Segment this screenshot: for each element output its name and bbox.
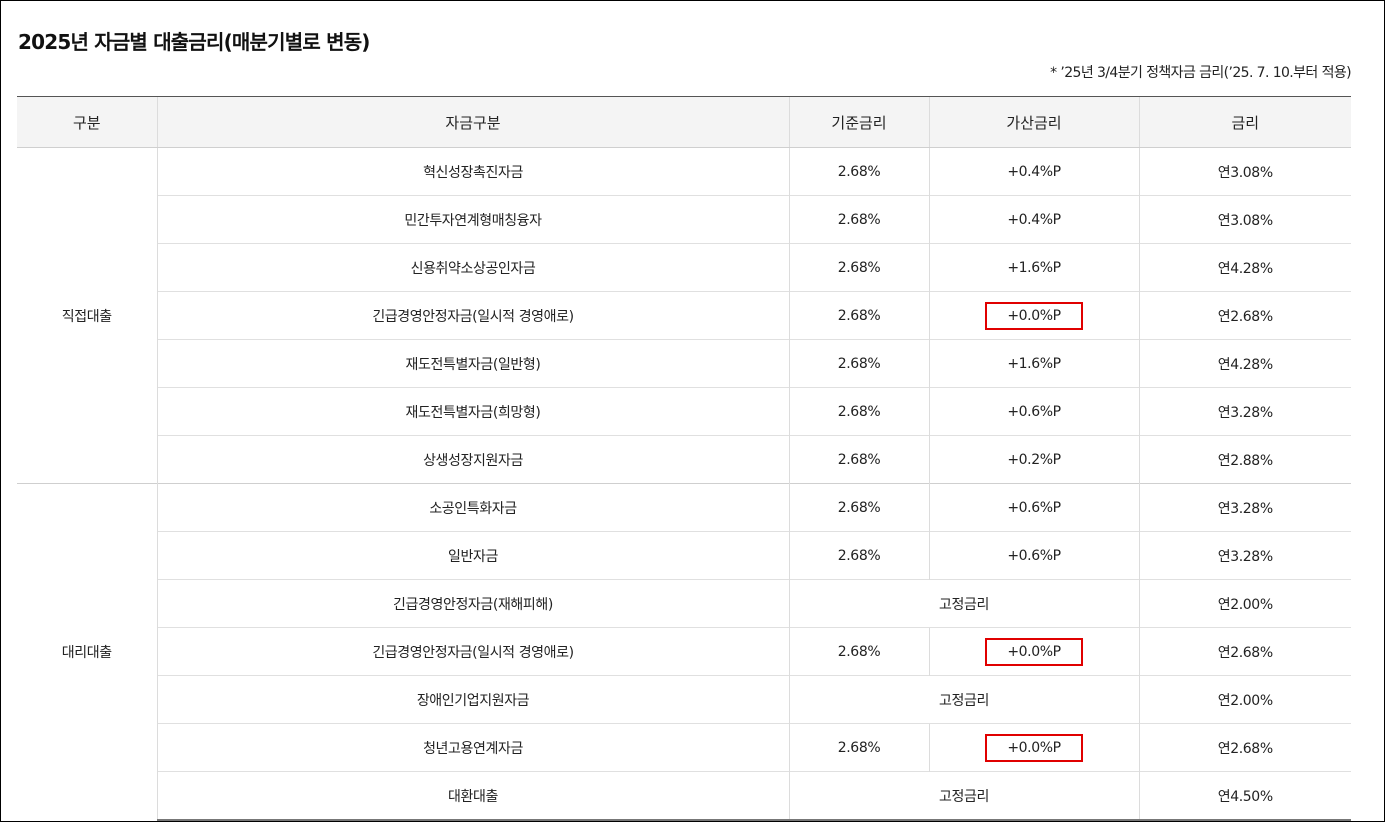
table-row: 긴급경영안정자금(일시적 경영애로) 2.68% +0.0%P 연2.68% — [17, 291, 1351, 340]
final-rate: 연4.28% — [1138, 339, 1351, 388]
table-row: 일반자금 2.68% +0.6%P 연3.28% — [17, 531, 1351, 580]
base-rate: 2.68% — [788, 723, 929, 772]
base-rate: 2.68% — [788, 627, 929, 676]
add-rate: +1.6%P — [928, 339, 1139, 388]
final-rate: 연3.28% — [1138, 531, 1351, 580]
fund-name: 대환대출 — [156, 771, 789, 821]
fixed-rate: 고정금리 — [788, 771, 1139, 821]
add-rate: +0.2%P — [928, 435, 1139, 484]
final-rate: 연4.28% — [1138, 243, 1351, 292]
table-row: 대리대출 소공인특화자금 2.68% +0.6%P 연3.28% — [17, 483, 1351, 820]
final-rate: 연2.68% — [1138, 723, 1351, 772]
final-rate: 연3.28% — [1138, 483, 1351, 532]
add-rate: +0.6%P — [928, 483, 1139, 532]
final-rate: 연2.00% — [1138, 579, 1351, 628]
base-rate: 2.68% — [788, 195, 929, 244]
add-rate: +0.6%P — [928, 387, 1139, 436]
add-rate: +0.4%P — [928, 147, 1139, 196]
page-title: 2025년 자금별 대출금리(매분기별로 변동) — [18, 30, 370, 54]
table-row: 긴급경영안정자금(재해피해) 고정금리 연2.00% — [17, 579, 1351, 628]
table-row: 직접대출 혁신성장촉진자금 2.68% +0.4%P 연3.08% — [17, 147, 1351, 484]
group-direct-loan: 직접대출 — [17, 147, 157, 484]
group-agency-loan: 대리대출 — [17, 483, 157, 820]
base-rate: 2.68% — [788, 291, 929, 340]
final-rate: 연2.68% — [1138, 291, 1351, 340]
final-rate: 연3.08% — [1138, 195, 1351, 244]
rate-note: * ’25년 3/4분기 정책자금 금리(’25. 7. 10.부터 적용) — [1050, 65, 1351, 81]
base-rate: 2.68% — [788, 147, 929, 196]
fixed-rate: 고정금리 — [788, 675, 1139, 724]
base-rate: 2.68% — [788, 387, 929, 436]
table-row: 재도전특별자금(희망형) 2.68% +0.6%P 연3.28% — [17, 387, 1351, 436]
fixed-rate: 고정금리 — [788, 579, 1139, 628]
base-rate: 2.68% — [788, 339, 929, 388]
add-rate: +0.0%P — [928, 723, 1139, 772]
add-rate: +1.6%P — [928, 243, 1139, 292]
highlight-box: +0.0%P — [985, 301, 1083, 330]
fund-name: 재도전특별자금(희망형) — [156, 387, 789, 436]
base-rate: 2.68% — [788, 483, 929, 532]
highlight-box: +0.0%P — [985, 733, 1083, 762]
fund-name: 장애인기업지원자금 — [156, 675, 789, 724]
base-rate: 2.68% — [788, 243, 929, 292]
table-row: 청년고용연계자금 2.68% +0.0%P 연2.68% — [17, 723, 1351, 772]
header-base-rate: 기준금리 — [788, 96, 929, 148]
final-rate: 연3.08% — [1138, 147, 1351, 196]
add-rate: +0.0%P — [928, 627, 1139, 676]
final-rate: 연2.68% — [1138, 627, 1351, 676]
table-row: 장애인기업지원자금 고정금리 연2.00% — [17, 675, 1351, 724]
add-rate: +0.4%P — [928, 195, 1139, 244]
fund-name: 민간투자연계형매칭융자 — [156, 195, 789, 244]
table-row: 상생성장지원자금 2.68% +0.2%P 연2.88% — [17, 435, 1351, 484]
table-row: 민간투자연계형매칭융자 2.68% +0.4%P 연3.08% — [17, 195, 1351, 244]
header-category: 구분 — [17, 96, 157, 148]
fund-name: 신용취약소상공인자금 — [156, 243, 789, 292]
header-rate: 금리 — [1138, 96, 1351, 148]
table-header-row: 구분 자금구분 기준금리 가산금리 금리 — [17, 96, 1351, 148]
base-rate: 2.68% — [788, 435, 929, 484]
base-rate: 2.68% — [788, 531, 929, 580]
final-rate: 연2.88% — [1138, 435, 1351, 484]
fund-name: 소공인특화자금 — [156, 483, 789, 532]
header-add-rate: 가산금리 — [928, 96, 1139, 148]
fund-name: 긴급경영안정자금(재해피해) — [156, 579, 789, 628]
fund-name: 재도전특별자금(일반형) — [156, 339, 789, 388]
table-row: 긴급경영안정자금(일시적 경영애로) 2.68% +0.0%P 연2.68% — [17, 627, 1351, 676]
add-rate: +0.0%P — [928, 291, 1139, 340]
fund-name: 일반자금 — [156, 531, 789, 580]
table-row: 신용취약소상공인자금 2.68% +1.6%P 연4.28% — [17, 243, 1351, 292]
final-rate: 연2.00% — [1138, 675, 1351, 724]
fund-name: 혁신성장촉진자금 — [156, 147, 789, 196]
add-rate: +0.6%P — [928, 531, 1139, 580]
final-rate: 연3.28% — [1138, 387, 1351, 436]
loan-rate-table: 구분 자금구분 기준금리 가산금리 금리 직접대출 혁신성장촉진자금 2.68%… — [17, 96, 1351, 821]
table-row: 대환대출 고정금리 연4.50% — [17, 771, 1351, 821]
fund-name: 청년고용연계자금 — [156, 723, 789, 772]
final-rate: 연4.50% — [1138, 771, 1351, 821]
fund-name: 상생성장지원자금 — [156, 435, 789, 484]
highlight-box: +0.0%P — [985, 637, 1083, 666]
header-fund: 자금구분 — [156, 96, 789, 148]
table-row: 재도전특별자금(일반형) 2.68% +1.6%P 연4.28% — [17, 339, 1351, 388]
fund-name: 긴급경영안정자금(일시적 경영애로) — [156, 627, 789, 676]
fund-name: 긴급경영안정자금(일시적 경영애로) — [156, 291, 789, 340]
